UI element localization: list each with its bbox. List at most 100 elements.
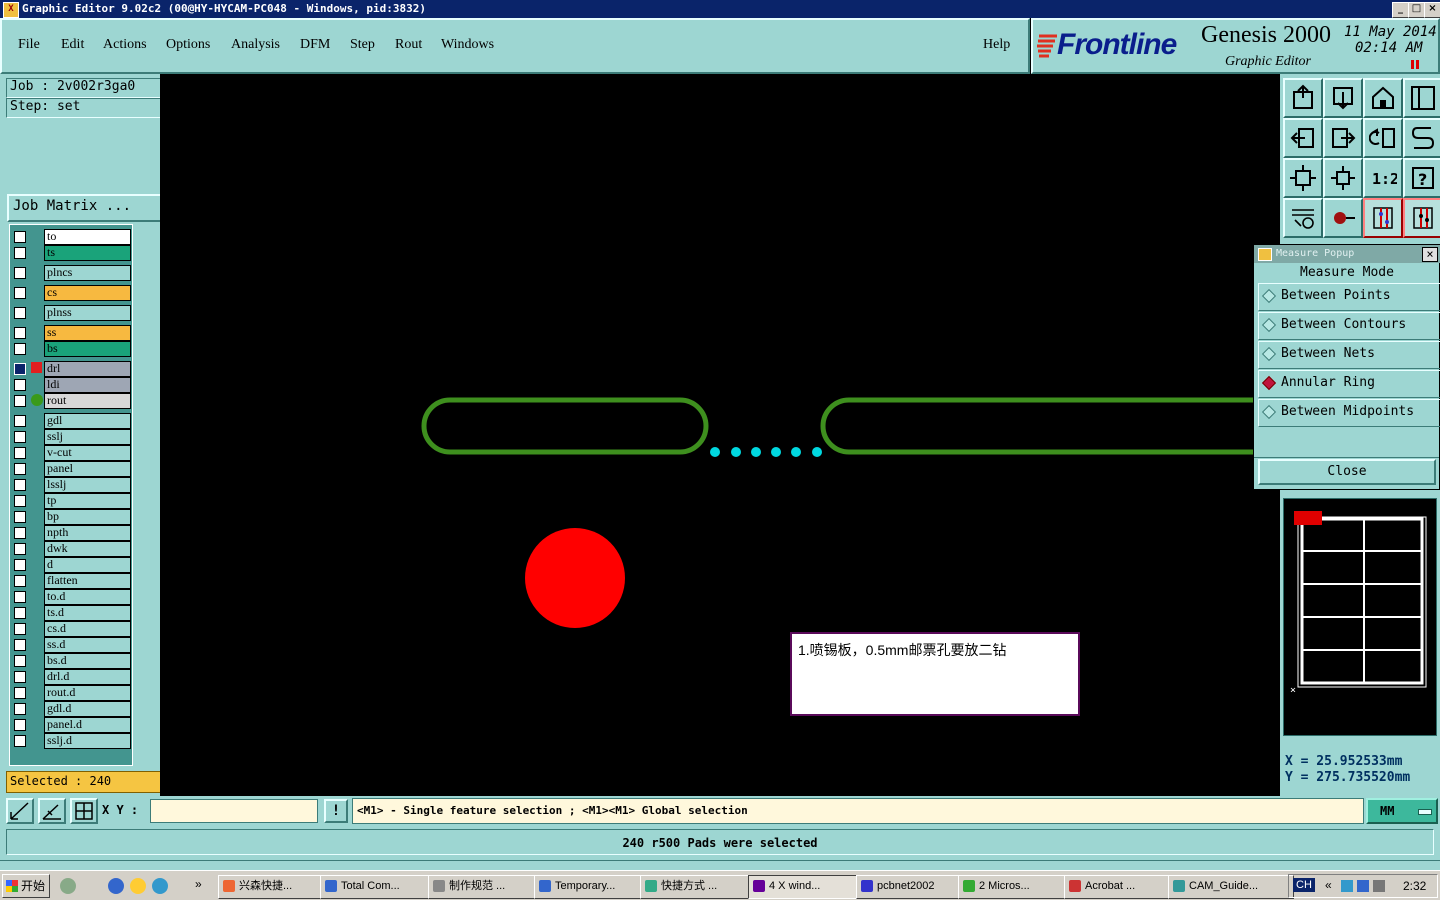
layer-checkbox[interactable]	[14, 591, 26, 603]
measure-option-between-points[interactable]: Between Points	[1258, 283, 1440, 311]
layer-checkbox[interactable]	[14, 267, 26, 279]
layer-checkbox[interactable]	[14, 287, 26, 299]
layer-row-bp[interactable]: bp	[10, 509, 131, 525]
menu-edit[interactable]: Edit	[61, 37, 84, 53]
layer-name[interactable]: drl.d	[44, 669, 131, 685]
layer-checkbox[interactable]	[14, 703, 26, 715]
quicklaunch-icon[interactable]	[60, 878, 76, 894]
layer-checkbox[interactable]	[14, 463, 26, 475]
layer-row-to[interactable]: to	[10, 229, 131, 245]
job-matrix-button[interactable]: Job Matrix ...	[7, 194, 163, 222]
layer-row-plncs[interactable]: plncs	[10, 265, 131, 281]
layer-name[interactable]: bs	[44, 341, 131, 357]
layer-row-bs[interactable]: bs	[10, 341, 131, 357]
measure-option-between-nets[interactable]: Between Nets	[1258, 341, 1440, 369]
maximize-button[interactable]: □	[1408, 2, 1425, 18]
menu-dfm[interactable]: DFM	[300, 37, 330, 53]
layer-row-rout.d[interactable]: rout.d	[10, 685, 131, 701]
layer-name[interactable]: ts.d	[44, 605, 131, 621]
layer-checkbox[interactable]	[14, 655, 26, 667]
layer-row-sslj[interactable]: sslj	[10, 429, 131, 445]
layer-name[interactable]: rout.d	[44, 685, 131, 701]
close-window-button[interactable]: ×	[1424, 2, 1440, 18]
overview-map[interactable]: ×	[1283, 498, 1437, 736]
layer-row-gdl.d[interactable]: gdl.d	[10, 701, 131, 717]
layer-name[interactable]: gdl	[44, 413, 131, 429]
layer-name[interactable]: cs.d	[44, 621, 131, 637]
import-down-icon[interactable]	[1323, 78, 1363, 118]
layer-row-flatten[interactable]: flatten	[10, 573, 131, 589]
zoom-1-2-icon[interactable]: 1:2	[1363, 158, 1403, 198]
tray-icon-1[interactable]	[1341, 880, 1353, 892]
layer-name[interactable]: to.d	[44, 589, 131, 605]
layer-checkbox[interactable]	[14, 247, 26, 259]
layer-row-lsslj[interactable]: lsslj	[10, 477, 131, 493]
layer-checkbox[interactable]	[14, 575, 26, 587]
menu-file[interactable]: File	[18, 37, 40, 53]
units-select[interactable]: MM	[1366, 798, 1438, 824]
zoom-fit-icon[interactable]	[1283, 158, 1323, 198]
layer-name[interactable]: ss	[44, 325, 131, 341]
layer-row-to.d[interactable]: to.d	[10, 589, 131, 605]
layer-name[interactable]: flatten	[44, 573, 131, 589]
layer-row-bs.d[interactable]: bs.d	[10, 653, 131, 669]
tray-expand-icon[interactable]: «	[1325, 878, 1332, 892]
layer-checkbox[interactable]	[14, 447, 26, 459]
close-button[interactable]: Close	[1258, 459, 1436, 485]
measure-option-between-midpoints[interactable]: Between Midpoints	[1258, 399, 1440, 427]
ie-icon[interactable]	[108, 878, 124, 894]
layer-checkbox[interactable]	[14, 559, 26, 571]
layer-name[interactable]: d	[44, 557, 131, 573]
export-up-icon[interactable]	[1283, 78, 1323, 118]
layer-checkbox[interactable]	[14, 671, 26, 683]
layer-row-rout[interactable]: rout	[10, 393, 131, 409]
layer-name[interactable]: bp	[44, 509, 131, 525]
menu-analysis[interactable]: Analysis	[231, 37, 280, 53]
layer-checkbox[interactable]	[14, 623, 26, 635]
layer-checkbox[interactable]	[14, 327, 26, 339]
menu-help[interactable]: Help	[983, 37, 1010, 53]
layer-checkbox[interactable]	[14, 415, 26, 427]
xy-input[interactable]	[150, 799, 318, 823]
select-mode-icon[interactable]	[6, 798, 34, 824]
grid-snap-icon[interactable]	[70, 798, 98, 824]
layer-name[interactable]: ts	[44, 245, 131, 261]
menu-actions[interactable]: Actions	[103, 37, 147, 53]
layer-name[interactable]: rout	[44, 393, 131, 409]
measure-red-icon[interactable]	[1363, 198, 1403, 238]
layer-name[interactable]: to	[44, 229, 131, 245]
zoom-center-icon[interactable]	[1323, 158, 1363, 198]
tray-icon-2[interactable]	[1357, 880, 1369, 892]
layer-name[interactable]: gdl.d	[44, 701, 131, 717]
snap-icon[interactable]	[1403, 118, 1440, 158]
layer-row-ss.d[interactable]: ss.d	[10, 637, 131, 653]
layer-row-cs[interactable]: cs	[10, 285, 131, 301]
measure-option-between-contours[interactable]: Between Contours	[1258, 312, 1440, 340]
close-popup-icon[interactable]: ×	[1422, 247, 1438, 262]
layer-checkbox[interactable]	[14, 395, 26, 407]
graphics-canvas[interactable]	[160, 74, 1280, 796]
angle-snap-icon[interactable]	[38, 798, 66, 824]
layer-name[interactable]: v-cut	[44, 445, 131, 461]
layer-row-drl[interactable]: drl	[10, 361, 131, 377]
layer-row-d[interactable]: d	[10, 557, 131, 573]
measure-active-icon[interactable]	[1403, 198, 1440, 238]
layer-row-dwk[interactable]: dwk	[10, 541, 131, 557]
x-app-icon[interactable]: X	[3, 2, 19, 18]
media-icon[interactable]	[130, 878, 146, 894]
layer-row-gdl[interactable]: gdl	[10, 413, 131, 429]
layer-checkbox[interactable]	[14, 343, 26, 355]
layer-name[interactable]: plncs	[44, 265, 131, 281]
browser-icon[interactable]	[152, 878, 168, 894]
layer-row-sslj.d[interactable]: sslj.d	[10, 733, 131, 749]
settings-icon[interactable]	[1283, 198, 1323, 238]
layer-row-cs.d[interactable]: cs.d	[10, 621, 131, 637]
pan-right-icon[interactable]	[1323, 118, 1363, 158]
menu-rout[interactable]: Rout	[395, 37, 422, 53]
layer-name[interactable]: plnss	[44, 305, 131, 321]
layer-name[interactable]: sslj.d	[44, 733, 131, 749]
menu-step[interactable]: Step	[350, 37, 375, 53]
split-view-icon[interactable]	[1403, 78, 1440, 118]
info-icon[interactable]: !	[324, 799, 348, 823]
layer-name[interactable]: ldi	[44, 377, 131, 393]
